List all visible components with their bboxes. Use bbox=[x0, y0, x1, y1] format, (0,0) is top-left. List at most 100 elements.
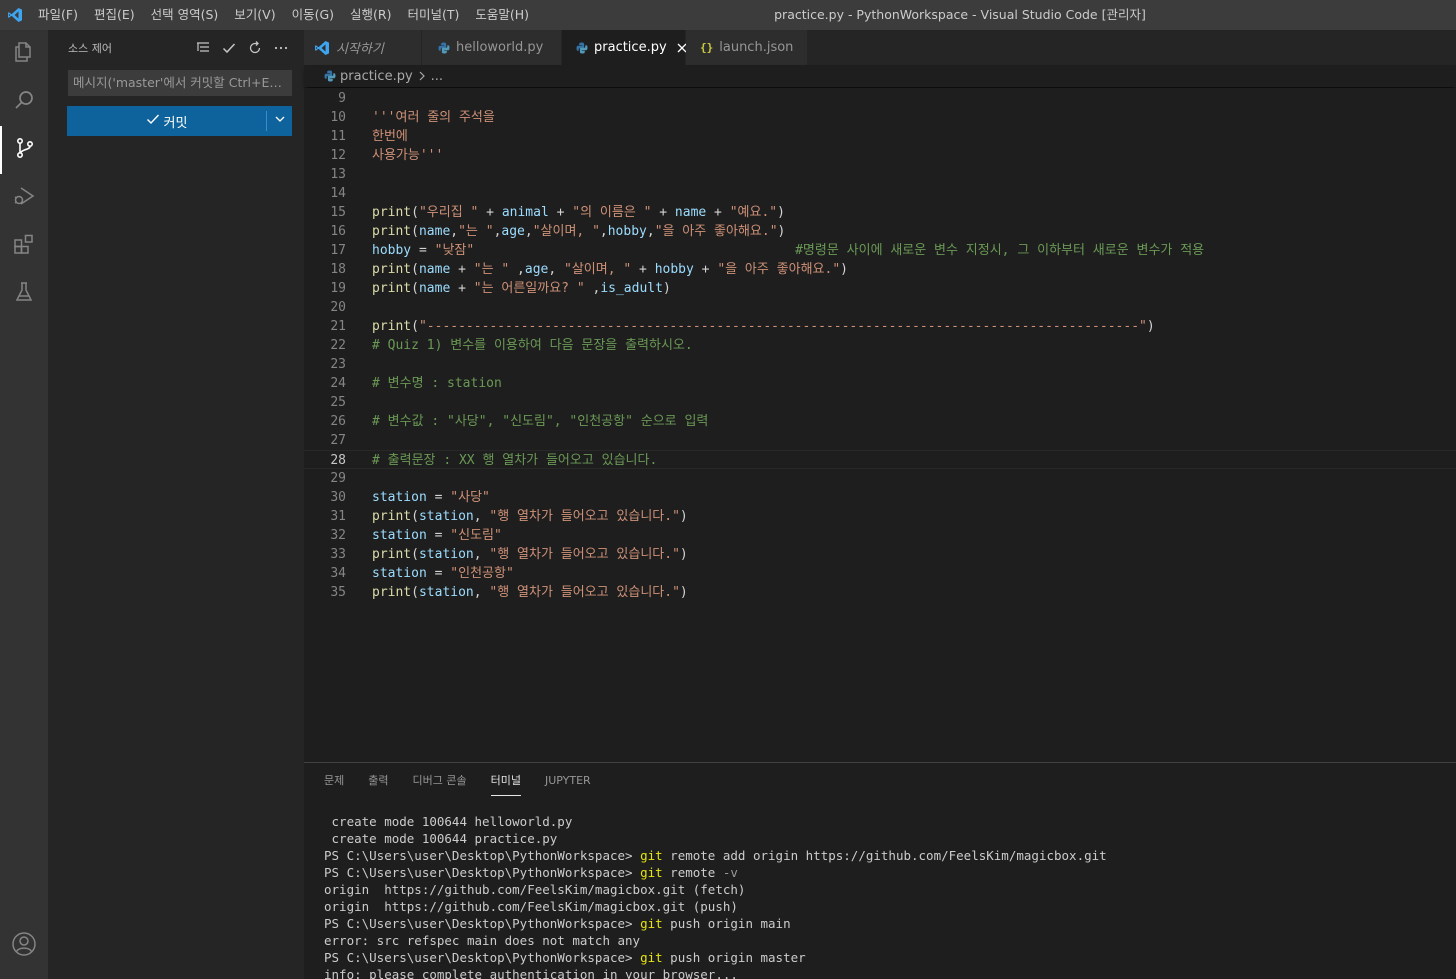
code-line[interactable]: 9 bbox=[304, 89, 1456, 108]
code-line[interactable]: 11 한번에 bbox=[304, 127, 1456, 146]
panel-tab[interactable]: JUPYTER bbox=[537, 763, 599, 798]
menu-item[interactable]: 선택 영역(S) bbox=[143, 0, 227, 30]
tab-helloworld[interactable]: helloworld.py bbox=[422, 30, 562, 65]
code-line[interactable]: 24 # 변수명 : station bbox=[304, 374, 1456, 393]
extensions-icon bbox=[12, 232, 36, 260]
code-line[interactable]: 16 print(name,"는 ",age,"살이며, ",hobby,"을 아… bbox=[304, 222, 1456, 241]
code-line[interactable]: 14 bbox=[304, 184, 1456, 203]
terminal-segment: remote bbox=[662, 865, 723, 880]
commit-message-input[interactable]: 메시지('master'에서 커밋할 Ctrl+Ent... bbox=[68, 70, 292, 96]
code-token: ( bbox=[411, 547, 419, 562]
testing-button[interactable] bbox=[0, 270, 48, 318]
menu-item[interactable]: 파일(F) bbox=[30, 0, 86, 30]
tab-getting-started[interactable]: 시작하기 bbox=[304, 30, 422, 65]
search-button[interactable] bbox=[0, 78, 48, 126]
code-token: , bbox=[450, 224, 459, 239]
code-token: "우리집 " bbox=[418, 205, 479, 220]
menu-item[interactable]: 실행(R) bbox=[342, 0, 399, 30]
code-token: + bbox=[450, 262, 474, 277]
run-debug-button[interactable] bbox=[0, 174, 48, 222]
code-token: name bbox=[674, 205, 707, 220]
code-line[interactable]: 29 bbox=[304, 469, 1456, 488]
terminal-line: info: please complete authentication in … bbox=[324, 966, 1107, 979]
terminal-segment: PS C:\Users\user\Desktop\PythonWorkspace… bbox=[324, 848, 641, 863]
menu-item[interactable]: 터미널(T) bbox=[400, 0, 468, 30]
panel-tab[interactable]: 출력 bbox=[360, 763, 396, 798]
view-as-tree-icon[interactable] bbox=[194, 39, 212, 57]
terminal-segment: origin https://github.com/FeelsKim/magic… bbox=[324, 882, 746, 897]
account-button[interactable] bbox=[0, 922, 48, 970]
code-token: print bbox=[372, 319, 412, 334]
code-line[interactable]: 13 bbox=[304, 165, 1456, 184]
code-line[interactable]: 26 # 변수값 : "사당", "신도림", "인천공항" 순으로 입력 bbox=[304, 412, 1456, 431]
code-token: # 출력문장 : XX 행 열차가 들어오고 있습니다. bbox=[372, 453, 658, 468]
terminal-segment: git bbox=[640, 848, 663, 863]
code-token: , bbox=[473, 509, 490, 524]
code-line[interactable]: 30 station = "사당" bbox=[304, 488, 1456, 507]
panel-tab[interactable]: 터미널 bbox=[483, 763, 529, 798]
breadcrumb-more[interactable]: ... bbox=[431, 69, 443, 84]
code-line[interactable]: 23 bbox=[304, 355, 1456, 374]
menu-item[interactable]: 보기(V) bbox=[226, 0, 283, 30]
tab-launch-json[interactable]: {} launch.json bbox=[686, 30, 808, 65]
code-line[interactable]: 27 bbox=[304, 431, 1456, 450]
code-text: '''여러 줄의 주석을 bbox=[372, 108, 495, 127]
commit-dropdown-button[interactable] bbox=[267, 106, 292, 136]
run-debug-icon bbox=[12, 184, 36, 212]
code-token: ( bbox=[411, 585, 419, 600]
code-text: 사용가능''' bbox=[372, 146, 443, 165]
code-line[interactable]: 34 station = "인천공항" bbox=[304, 564, 1456, 583]
code-token: "---------------------------------------… bbox=[418, 319, 1147, 334]
code-token: # 변수명 : station bbox=[372, 376, 502, 391]
terminal-line: PS C:\Users\user\Desktop\PythonWorkspace… bbox=[324, 864, 1107, 881]
code-token: station bbox=[372, 490, 427, 505]
panel-tab[interactable]: 문제 bbox=[316, 763, 352, 798]
refresh-icon[interactable] bbox=[246, 39, 264, 57]
code-token: print bbox=[372, 205, 412, 220]
code-editor[interactable]: 9 10 '''여러 줄의 주석을 11 한번에 12 사용가능''' 13 14 15 print… bbox=[304, 88, 1456, 762]
commit-check-icon[interactable] bbox=[220, 39, 238, 57]
code-line[interactable]: 10 '''여러 줄의 주석을 bbox=[304, 108, 1456, 127]
explorer-button[interactable] bbox=[0, 30, 48, 78]
terminal-output[interactable]: create mode 100644 helloworld.py create … bbox=[324, 813, 1107, 979]
code-text: station = "사당" bbox=[372, 488, 490, 507]
code-token: print bbox=[372, 262, 412, 277]
search-icon bbox=[12, 88, 36, 116]
editor-tabs: 시작하기 helloworld.py practice.py {} launch… bbox=[304, 30, 1456, 65]
code-line[interactable]: 33 print(station, "행 열차가 들어오고 있습니다.") bbox=[304, 545, 1456, 564]
code-line[interactable]: 32 station = "신도림" bbox=[304, 526, 1456, 545]
python-icon bbox=[438, 42, 450, 54]
tab-label: practice.py bbox=[594, 40, 667, 55]
breadcrumb-file[interactable]: practice.py bbox=[340, 69, 413, 84]
code-line[interactable]: 15 print("우리집 " + animal + "의 이름은 " + nam… bbox=[304, 203, 1456, 222]
code-line[interactable]: 17 hobby = "낮잠" #명령문 사이에 새로운 변수 지정시, 그 이하… bbox=[304, 241, 1456, 260]
code-line[interactable]: 19 print(name + "는 어른일까요? " ,is_adult) bbox=[304, 279, 1456, 298]
more-actions-icon[interactable] bbox=[272, 39, 290, 57]
code-line[interactable]: 20 bbox=[304, 298, 1456, 317]
code-token: name bbox=[418, 224, 451, 239]
tab-practice[interactable]: practice.py bbox=[562, 30, 687, 65]
code-line[interactable]: 21 print("-------------------------------… bbox=[304, 317, 1456, 336]
menu-item[interactable]: 편집(E) bbox=[86, 0, 143, 30]
code-token: , bbox=[599, 224, 608, 239]
code-line[interactable]: 25 bbox=[304, 393, 1456, 412]
source-control-icon bbox=[13, 136, 37, 164]
code-token: , bbox=[509, 262, 525, 277]
source-control-button[interactable] bbox=[0, 126, 48, 174]
code-line[interactable]: 12 사용가능''' bbox=[304, 146, 1456, 165]
line-number: 17 bbox=[330, 243, 346, 258]
menu-item[interactable]: 이동(G) bbox=[284, 0, 342, 30]
code-token: , bbox=[584, 281, 601, 296]
extensions-button[interactable] bbox=[0, 222, 48, 270]
commit-button[interactable]: 커밋 bbox=[67, 106, 292, 136]
menu-item[interactable]: 도움말(H) bbox=[467, 0, 537, 30]
code-line[interactable]: 22 # Quiz 1) 변수를 이용하여 다음 문장을 출력하시오. bbox=[304, 336, 1456, 355]
code-token: ( bbox=[411, 319, 419, 334]
code-line[interactable]: 28 # 출력문장 : XX 행 열차가 들어오고 있습니다. bbox=[304, 450, 1456, 469]
code-line[interactable]: 31 print(station, "행 열차가 들어오고 있습니다.") bbox=[304, 507, 1456, 526]
commit-button-main[interactable]: 커밋 bbox=[67, 106, 266, 136]
code-line[interactable]: 35 print(station, "행 열차가 들어오고 있습니다.") bbox=[304, 583, 1456, 602]
panel-tab[interactable]: 디버그 콘솔 bbox=[405, 763, 475, 798]
code-token: age bbox=[501, 224, 525, 239]
code-line[interactable]: 18 print(name + "는 " ,age, "살이며, " + hobb… bbox=[304, 260, 1456, 279]
